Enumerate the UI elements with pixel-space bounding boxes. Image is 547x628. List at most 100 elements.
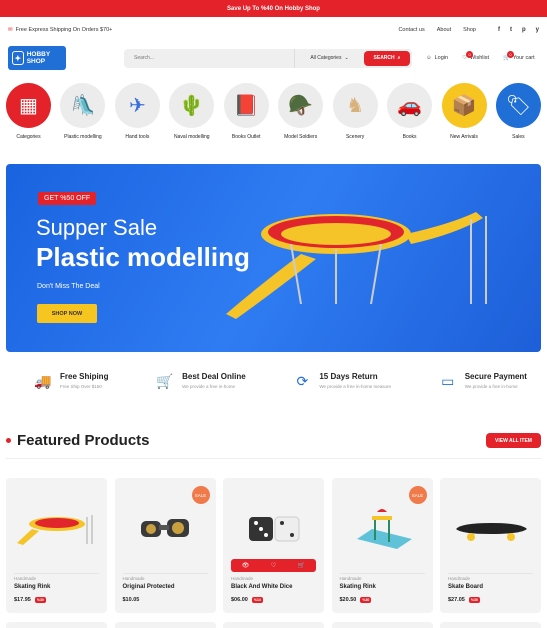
top-links: Contact us About Shop f t p y [398, 27, 539, 33]
promo-text: Save Up To %40 On Hobby Shop [227, 5, 320, 12]
divider [122, 573, 208, 574]
credit-card-icon: ▭ [441, 372, 455, 389]
product-card[interactable]: 👁 ♡ 🛒 Handmade Black And White Dice $06.… [223, 478, 324, 613]
feature-sub: We provide a free in-home measure [319, 384, 392, 389]
top-bar: ✉ Free Express Shipping On Orders $70+ C… [0, 17, 547, 43]
wishlist-link[interactable]: ♡ 0 Wishlist [462, 51, 489, 61]
product-price: $17.95 [14, 597, 31, 603]
youtube-icon[interactable]: y [536, 27, 539, 33]
product-card-stub [331, 622, 433, 628]
wishlist-label: Wishlist [470, 55, 489, 61]
shop-now-button[interactable]: SHOP NOW [37, 304, 97, 323]
product-card[interactable]: Handmade Skate Board $27.05 %30 [440, 478, 541, 613]
product-grid: Handmade Skating Rink $17.95 %30 SALE Ha… [6, 478, 541, 613]
product-name[interactable]: Skating Rink [340, 584, 376, 590]
product-name[interactable]: Skating Rink [14, 584, 50, 590]
contact-link[interactable]: Contact us [398, 27, 424, 33]
shop-link[interactable]: Shop [463, 27, 476, 33]
product-price: $10.05 [122, 597, 140, 603]
product-price-row: $06.00 %14 [231, 597, 263, 603]
featured-header: Featured Products VIEW ALL ITEM [6, 432, 541, 449]
search-bar: All Categories ⌄ SEARCH ⌕ [124, 48, 412, 68]
search-input[interactable] [124, 55, 294, 61]
feature-title: Secure Payment [464, 372, 527, 381]
product-card-stub [6, 622, 107, 628]
category-select[interactable]: All Categories ⌄ [294, 48, 364, 68]
grid-icon: ▦ [6, 83, 51, 128]
category-item[interactable]: 🌵 Naval modelling [169, 83, 215, 140]
heart-icon[interactable]: ♡ [271, 562, 276, 569]
discount-badge: %14 [251, 597, 263, 603]
category-item[interactable]: 📕 Books Outlet [223, 83, 269, 140]
category-label: Model Soldiers [284, 134, 318, 140]
box-icon: 📦 [441, 83, 487, 128]
search-button[interactable]: SEARCH ⌕ [364, 50, 410, 66]
view-all-button[interactable]: VIEW ALL ITEM [486, 433, 541, 448]
feature-title: Free Shiping [60, 372, 109, 381]
product-image [448, 494, 533, 564]
category-label: Books Outlet [231, 134, 261, 140]
product-card-stub [440, 622, 541, 628]
product-actions: 👁 ♡ 🛒 [231, 559, 316, 572]
product-card[interactable]: SALE Handmade Original Protected $10.05 [114, 478, 216, 613]
product-card-stub [223, 622, 324, 628]
cart-link[interactable]: 🛒 0 Your cart [503, 51, 535, 61]
feature-title: Best Deal Online [182, 372, 246, 381]
divider [14, 573, 99, 574]
hero-title-bold: Plastic modelling [36, 242, 250, 272]
product-brand: Handmade [122, 576, 145, 581]
facebook-icon[interactable]: f [498, 27, 500, 33]
login-label: Login [434, 55, 449, 61]
product-brand: Handmade [14, 576, 37, 581]
eye-icon[interactable]: 👁 [242, 562, 250, 569]
cart-icon: 🛒 [156, 372, 174, 389]
category-label: Sales [512, 134, 525, 140]
promo-banner: Save Up To %40 On Hobby Shop [0, 0, 547, 17]
feature-sub: Free Ship Over $150 [60, 384, 102, 389]
refresh-icon: ⟳ [296, 372, 309, 389]
product-card[interactable]: SALE Handmade Skating Rink $20.50 %30 [331, 478, 433, 613]
features-row: 🚚 Free Shiping Free Ship Over $150 🛒 Bes… [34, 372, 527, 390]
category-item[interactable]: 🛝 Plastic modelling [60, 83, 106, 140]
logo[interactable]: ✦ HOBBY SHOP [8, 46, 66, 70]
feature-item: ▭ Secure Payment We provide a free in-ho… [439, 372, 527, 390]
category-label: Books [402, 134, 417, 140]
product-price-row: $17.95 %30 [14, 597, 46, 603]
category-label: Plastic modelling [64, 134, 102, 140]
product-name[interactable]: Original Protected [123, 584, 175, 590]
category-item[interactable]: 📦 New Arrivals [441, 83, 487, 140]
feature-item: 🛒 Best Deal Online We provide a free in-… [156, 372, 246, 390]
origami-icon: ✈ [114, 83, 160, 128]
category-item[interactable]: ▦ Categories [6, 83, 51, 140]
category-label: Categories [16, 134, 41, 140]
discount-badge: %30 [360, 597, 372, 603]
category-item[interactable]: 🏷 Sales [495, 83, 541, 140]
pinterest-icon[interactable]: p [522, 27, 526, 33]
twitter-icon[interactable]: t [510, 27, 512, 33]
search-button-label: SEARCH [373, 55, 395, 61]
cart-icon[interactable]: 🛒 [298, 562, 305, 569]
product-name[interactable]: Black And White Dice [231, 584, 292, 590]
category-item[interactable]: 🪖 Model Soldiers [278, 83, 324, 140]
product-name[interactable]: Skate Board [448, 584, 483, 590]
cart-count-badge: 0 [506, 51, 514, 58]
category-item[interactable]: 🚗 Books [387, 83, 433, 140]
category-item[interactable]: ♞ Scenery [332, 83, 378, 140]
product-card[interactable]: Handmade Skating Rink $17.95 %30 [6, 478, 107, 613]
social-links: f t p y [498, 27, 539, 33]
feature-item: 🚚 Free Shiping Free Ship Over $150 [34, 372, 108, 390]
product-price-row: $20.50 %30 [340, 597, 372, 603]
divider [6, 458, 541, 459]
mail-icon: ✉ [8, 27, 13, 33]
car-icon: 🚗 [387, 83, 433, 128]
hero-banner: GET %50 OFF Supper Sale Plastic modellin… [6, 164, 541, 352]
login-link[interactable]: ☺ Login [426, 55, 448, 61]
feature-sub: We provide a free in-home [182, 384, 236, 389]
category-item[interactable]: ✈ Hand tools [114, 83, 160, 140]
product-brand: Handmade [448, 576, 471, 581]
hero-title-light: Supper Sale [36, 215, 158, 240]
category-label: Naval modelling [174, 134, 210, 140]
main-header: ✦ HOBBY SHOP All Categories ⌄ SEARCH ⌕ ☺… [0, 43, 547, 73]
about-link[interactable]: About [437, 27, 451, 33]
truck-icon: 🚚 [34, 372, 52, 389]
